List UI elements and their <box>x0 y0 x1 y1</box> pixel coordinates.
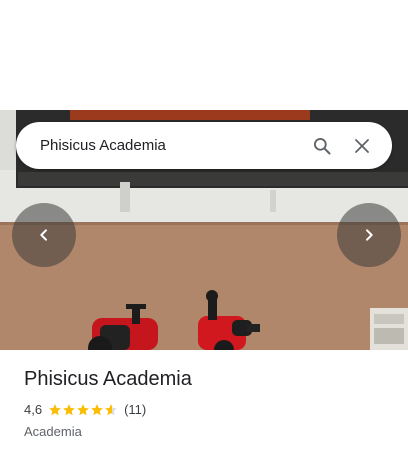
place-title: Phisicus Academia <box>24 368 192 390</box>
place-category: Academia <box>24 424 82 439</box>
star-icon <box>77 403 89 415</box>
star-icon <box>105 403 117 415</box>
clear-search-button[interactable] <box>342 126 382 166</box>
previous-photo-button[interactable] <box>12 203 76 267</box>
search-input[interactable]: Phisicus Academia <box>40 137 302 154</box>
rating-value: 4,6 <box>24 402 43 417</box>
star-icon <box>91 403 103 415</box>
rating-row: 4,6 (11) <box>24 402 146 417</box>
chevron-right-icon <box>366 229 373 241</box>
star-icon <box>49 403 61 415</box>
close-icon <box>355 138 369 153</box>
search-bar[interactable]: Phisicus Academia <box>16 122 392 169</box>
star-icon <box>63 403 75 415</box>
rating-stars <box>48 403 118 417</box>
next-photo-button[interactable] <box>337 203 401 267</box>
chevron-left-icon <box>40 229 47 241</box>
review-count-link[interactable]: (11) <box>124 402 146 417</box>
search-button[interactable] <box>302 126 342 166</box>
place-card: Phisicus Academia Phisicus Academia 4,6 <box>0 0 408 460</box>
search-icon <box>314 137 331 154</box>
